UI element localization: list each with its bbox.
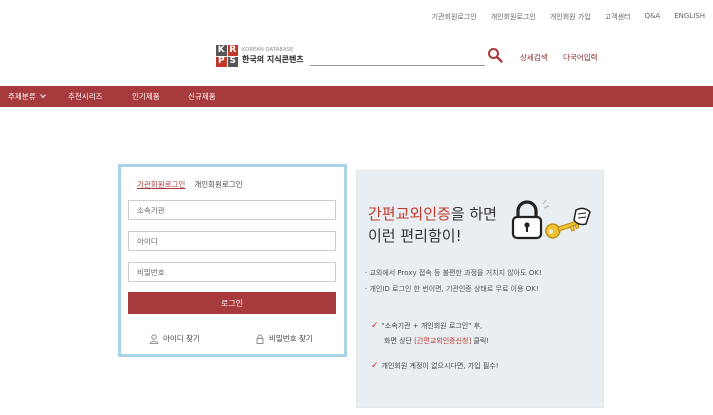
promo-title: 간편교외인증을 하면 [368, 205, 497, 223]
person-icon [149, 333, 159, 344]
nav-item-series[interactable]: 추천시리즈 [68, 91, 103, 102]
logo-english-text: KOREAN DATABASE [242, 47, 294, 53]
site-logo[interactable]: K R P S KOREAN DATABASE 한국의 지식콘텐츠 [216, 45, 304, 67]
customer-center-link[interactable]: 고객센터 [605, 12, 631, 22]
padlock-and-key-icon [511, 199, 591, 240]
nav-item-new[interactable]: 신규제품 [188, 91, 216, 102]
checkmark-icon: ✓ [371, 361, 379, 371]
user-id-field[interactable] [128, 231, 336, 251]
logo-korean-text: 한국의 지식콘텐츠 [242, 55, 304, 64]
password-field[interactable] [128, 262, 336, 282]
lock-icon [256, 334, 264, 344]
organization-field[interactable] [128, 200, 336, 220]
institution-login-link[interactable]: 기관회원로그인 [432, 12, 477, 22]
promo-subtitle: 이런 편리함이! [368, 227, 462, 245]
chevron-down-icon [39, 92, 46, 98]
qna-link[interactable]: Q&A [644, 12, 660, 22]
search-input[interactable] [310, 65, 485, 66]
login-tabs: 기관회원로그인 개인회원로그인 [137, 179, 243, 190]
promo-panel: 간편교외인증을 하면 이런 편리함이! · 교외에서 Proxy 접속 등 불편… [356, 170, 604, 408]
nav-item-topics[interactable]: 주제분류 [8, 91, 46, 102]
main-nav: 주제분류 추천시리즈 인기제품 신규제품 [0, 86, 713, 107]
personal-login-link[interactable]: 개인회원로그인 [491, 12, 536, 22]
find-password-link[interactable]: 비밀번호 찾기 [255, 333, 313, 344]
promo-bullet-1: · 교외에서 Proxy 접속 등 불편한 과정을 거치지 않아도 OK! [365, 269, 542, 277]
logo-mark: K R P S [216, 44, 238, 67]
login-button[interactable]: 로그인 [128, 292, 336, 314]
promo-check-1-line-2: 화면 상단 [간편교외인증신청] 클릭! [384, 337, 490, 345]
login-panel: 기관회원로그인 개인회원로그인 로그인 아이디 찾기 비밀번호 찾기 [118, 164, 347, 357]
tab-personal-login[interactable]: 개인회원로그인 [194, 179, 242, 190]
search-icon[interactable] [487, 47, 503, 63]
utility-links: 기관회원로그인 개인회원로그인 개인회원 가입 고객센터 Q&A ENGLISH [432, 12, 705, 22]
find-id-link[interactable]: 아이디 찾기 [149, 333, 200, 344]
promo-check-1: ✓ "소속기관 + 개인회원 로그인" 후, [371, 321, 483, 331]
checkmark-icon: ✓ [371, 321, 379, 331]
signup-link[interactable]: 개인회원 가입 [550, 12, 591, 22]
promo-check-2: ✓ 개인회원 계정이 없으시다면, 가입 필수! [371, 361, 499, 371]
english-link[interactable]: ENGLISH [674, 12, 705, 22]
multilingual-input-link[interactable]: 다국어입력 [563, 52, 598, 63]
advanced-search-link[interactable]: 상세검색 [520, 52, 548, 63]
tab-institution-login[interactable]: 기관회원로그인 [137, 179, 185, 190]
promo-bullet-2: · 개인ID 로그인 한 번이면, 기관인증 상태로 무료 이용 OK! [365, 285, 539, 293]
nav-item-popular[interactable]: 인기제품 [132, 91, 160, 102]
